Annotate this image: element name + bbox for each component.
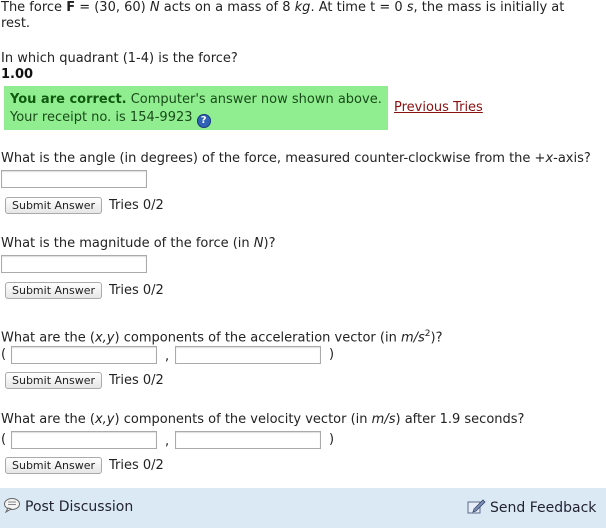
q5-y-input[interactable] bbox=[175, 431, 321, 449]
post-discussion-link[interactable]: Post Discussion bbox=[3, 497, 133, 517]
footer-bar: Post Discussion Send Feedback bbox=[0, 488, 606, 528]
q5-question: What are the (x,y) components of the vel… bbox=[1, 412, 524, 428]
mass-unit: kg bbox=[294, 0, 311, 15]
question-text: )? bbox=[263, 236, 276, 251]
close-paren: ) bbox=[329, 432, 335, 447]
comma: , bbox=[165, 434, 170, 449]
unit: m/s bbox=[371, 412, 396, 427]
unit: m/s bbox=[400, 330, 425, 346]
q2-tries: Tries 0/2 bbox=[109, 198, 164, 213]
q4-x-input[interactable] bbox=[11, 346, 157, 364]
open-paren: ( bbox=[1, 432, 7, 447]
vars: x,y bbox=[94, 330, 115, 346]
q3-tries: Tries 0/2 bbox=[109, 283, 164, 298]
pencil-paper-icon bbox=[466, 497, 486, 519]
question-text: ) after 1.9 seconds? bbox=[395, 412, 525, 427]
q2-angle-input[interactable] bbox=[1, 170, 147, 188]
question-text: )? bbox=[430, 330, 443, 346]
problem-text: , the mass is initially at bbox=[413, 0, 565, 15]
q2-submit-button[interactable]: Submit Answer bbox=[5, 197, 103, 214]
question-text: What are the ( bbox=[1, 330, 95, 346]
open-paren: ( bbox=[1, 347, 7, 362]
q5-submit-button[interactable]: Submit Answer bbox=[5, 457, 103, 474]
question-text: What is the magnitude of the force (in bbox=[1, 236, 254, 251]
force-symbol: F bbox=[66, 0, 76, 15]
question-text: What is the angle (in degrees) of the fo… bbox=[1, 151, 546, 166]
question-text: What are the ( bbox=[1, 412, 95, 427]
vars: x,y bbox=[94, 412, 115, 427]
q5-tries: Tries 0/2 bbox=[109, 458, 164, 473]
q4-submit-button[interactable]: Submit Answer bbox=[5, 372, 103, 389]
question-text: ) components of the acceleration vector … bbox=[114, 330, 401, 346]
q3-magnitude-input[interactable] bbox=[1, 255, 147, 273]
q4-question: What are the (x,y) components of the acc… bbox=[1, 326, 442, 346]
receipt-text: Your receipt no. is 154-9923 bbox=[10, 110, 193, 125]
q1-receipt-line: Your receipt no. is 154-9923 ? bbox=[10, 109, 382, 128]
correct-message: You are correct. bbox=[10, 92, 127, 107]
help-icon[interactable]: ? bbox=[196, 114, 211, 128]
q1-question: In which quadrant (1-4) is the force? bbox=[1, 51, 238, 66]
q4-tries: Tries 0/2 bbox=[109, 373, 164, 388]
previous-tries-link[interactable]: Previous Tries bbox=[394, 100, 483, 115]
force-unit: N bbox=[149, 0, 160, 15]
time-unit: s bbox=[406, 0, 414, 15]
close-paren: ) bbox=[329, 347, 335, 362]
speech-bubble-icon bbox=[3, 497, 21, 517]
send-feedback-label: Send Feedback bbox=[490, 500, 597, 516]
post-discussion-label: Post Discussion bbox=[25, 499, 134, 515]
q3-submit-button[interactable]: Submit Answer bbox=[5, 282, 103, 299]
q3-question: What is the magnitude of the force (in N… bbox=[1, 236, 276, 252]
problem-text: = (30, 60) bbox=[75, 0, 150, 15]
question-text: -axis? bbox=[553, 151, 591, 166]
comma: , bbox=[165, 349, 170, 364]
problem-text: acts on a mass of 8 bbox=[159, 0, 295, 15]
problem-text: The force bbox=[1, 0, 67, 15]
question-text: ) components of the velocity vector (in bbox=[114, 412, 372, 427]
feedback-text: Computer's answer now shown above. bbox=[126, 92, 382, 107]
q2-question: What is the angle (in degrees) of the fo… bbox=[1, 151, 591, 167]
send-feedback-link[interactable]: Send Feedback bbox=[466, 497, 596, 519]
q5-x-input[interactable] bbox=[11, 431, 157, 449]
q1-answer: 1.00 bbox=[1, 67, 34, 82]
problem-statement-line2: rest. bbox=[1, 16, 31, 31]
problem-text: . At time t = 0 bbox=[310, 0, 407, 15]
q1-feedback-line: You are correct. Computer's answer now s… bbox=[10, 91, 382, 109]
axis-var: x bbox=[545, 151, 554, 166]
problem-statement-line1: The force F = (30, 60) N acts on a mass … bbox=[1, 0, 564, 16]
q1-feedback-box: You are correct. Computer's answer now s… bbox=[4, 86, 388, 130]
q4-y-input[interactable] bbox=[175, 346, 321, 364]
unit: N bbox=[253, 236, 264, 251]
